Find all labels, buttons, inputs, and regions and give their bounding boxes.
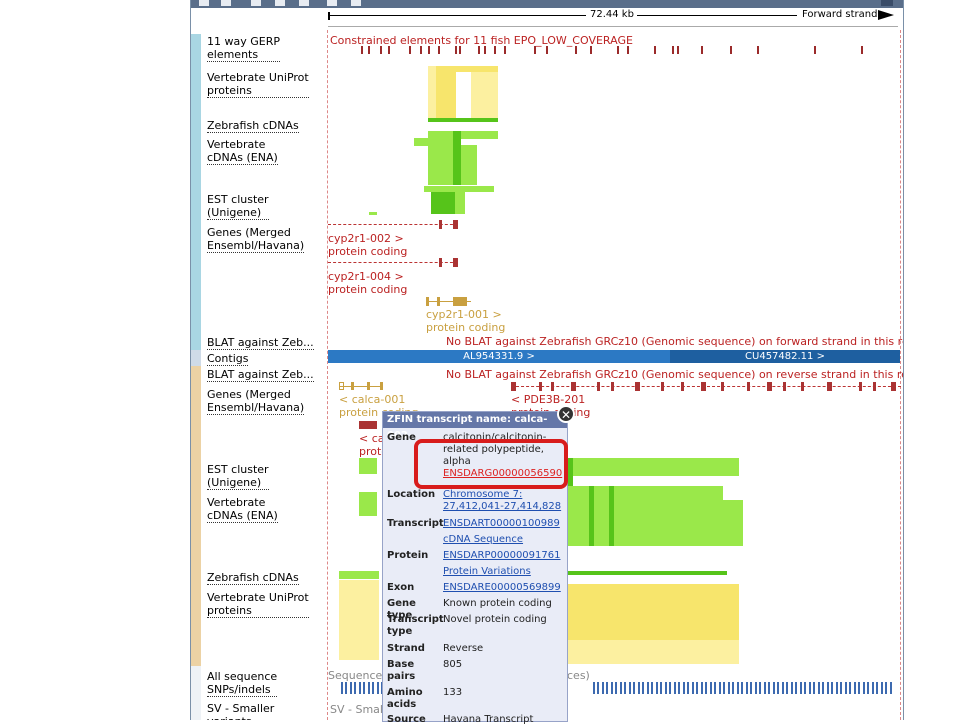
snp-marker[interactable] — [602, 682, 604, 694]
snp-marker[interactable] — [377, 682, 379, 694]
snp-marker[interactable] — [723, 682, 725, 694]
snp-marker[interactable] — [656, 682, 658, 694]
snp-marker[interactable] — [818, 682, 820, 694]
snp-marker[interactable] — [795, 682, 797, 694]
snp-marker[interactable] — [638, 682, 640, 694]
snp-marker[interactable] — [822, 682, 824, 694]
snp-marker[interactable] — [867, 682, 869, 694]
snp-marker[interactable] — [858, 682, 860, 694]
snp-marker[interactable] — [350, 682, 352, 694]
snp-marker[interactable] — [678, 682, 680, 694]
protein-variations-link[interactable]: Protein Variations — [443, 566, 531, 577]
snp-marker[interactable] — [710, 682, 712, 694]
snp-marker[interactable] — [750, 682, 752, 694]
snp-marker[interactable] — [647, 682, 649, 694]
snp-marker[interactable] — [737, 682, 739, 694]
snp-marker[interactable] — [359, 682, 361, 694]
gene-highlight-box — [414, 439, 568, 489]
snp-marker[interactable] — [768, 682, 770, 694]
snp-marker[interactable] — [354, 682, 356, 694]
snp-marker[interactable] — [692, 682, 694, 694]
snp-marker[interactable] — [755, 682, 757, 694]
snp-marker[interactable] — [863, 682, 865, 694]
snp-marker[interactable] — [687, 682, 689, 694]
snp-marker[interactable] — [804, 682, 806, 694]
snp-marker[interactable] — [890, 682, 892, 694]
snp-marker[interactable] — [363, 682, 365, 694]
snp-marker[interactable] — [696, 682, 698, 694]
snp-marker[interactable] — [813, 682, 815, 694]
snp-marker[interactable] — [606, 682, 608, 694]
snp-marker[interactable] — [593, 682, 595, 694]
sv-caption: SV - Small — [330, 703, 387, 716]
snp-marker[interactable] — [701, 682, 703, 694]
snp-marker[interactable] — [872, 682, 874, 694]
location-link[interactable]: Chromosome 7: 27,412,041-27,414,828 — [443, 489, 567, 513]
snp-marker[interactable] — [741, 682, 743, 694]
snp-marker[interactable] — [615, 682, 617, 694]
cdna-sequence-link[interactable]: cDNA Sequence — [443, 534, 523, 545]
transcript-id-link[interactable]: ENSDART00000100989 — [443, 518, 560, 529]
snp-marker[interactable] — [611, 682, 613, 694]
snp-marker[interactable] — [777, 682, 779, 694]
snp-marker[interactable] — [683, 682, 685, 694]
snp-marker[interactable] — [732, 682, 734, 694]
snp-marker[interactable] — [368, 682, 370, 694]
snp-marker[interactable] — [827, 682, 829, 694]
snp-marker[interactable] — [372, 682, 374, 694]
snp-marker[interactable] — [836, 682, 838, 694]
snp-marker[interactable] — [341, 682, 343, 694]
snp-marker[interactable] — [746, 682, 748, 694]
snp-marker[interactable] — [597, 682, 599, 694]
snp-marker[interactable] — [759, 682, 761, 694]
snp-marker[interactable] — [620, 682, 622, 694]
snp-marker[interactable] — [782, 682, 784, 694]
snp-marker[interactable] — [876, 682, 878, 694]
snp-marker[interactable] — [809, 682, 811, 694]
snp-marker[interactable] — [854, 682, 856, 694]
exon-id-link[interactable]: ENSDARE00000569899 — [443, 582, 561, 593]
snp-marker[interactable] — [728, 682, 730, 694]
snp-marker[interactable] — [669, 682, 671, 694]
snp-marker[interactable] — [786, 682, 788, 694]
snp-marker[interactable] — [714, 682, 716, 694]
snp-marker[interactable] — [705, 682, 707, 694]
snp-marker[interactable] — [345, 682, 347, 694]
snp-marker[interactable] — [719, 682, 721, 694]
snp-marker[interactable] — [840, 682, 842, 694]
snp-marker[interactable] — [849, 682, 851, 694]
protein-id-link[interactable]: ENSDARP00000091761 — [443, 550, 560, 561]
snp-marker[interactable] — [624, 682, 626, 694]
snp-marker[interactable] — [791, 682, 793, 694]
snp-marker[interactable] — [633, 682, 635, 694]
snp-marker[interactable] — [674, 682, 676, 694]
snp-marker[interactable] — [773, 682, 775, 694]
snp-marker[interactable] — [831, 682, 833, 694]
snp-marker[interactable] — [660, 682, 662, 694]
snp-marker[interactable] — [642, 682, 644, 694]
close-icon[interactable]: ✕ — [557, 405, 575, 423]
snp-marker[interactable] — [764, 682, 766, 694]
snp-marker[interactable] — [845, 682, 847, 694]
snp-marker[interactable] — [881, 682, 883, 694]
snp-marker[interactable] — [665, 682, 667, 694]
snp-marker[interactable] — [629, 682, 631, 694]
snp-marker[interactable] — [885, 682, 887, 694]
snp-marker[interactable] — [800, 682, 802, 694]
popup-title: ZFIN transcript name: calca-002 — [383, 412, 567, 441]
snp-marker[interactable] — [651, 682, 653, 694]
